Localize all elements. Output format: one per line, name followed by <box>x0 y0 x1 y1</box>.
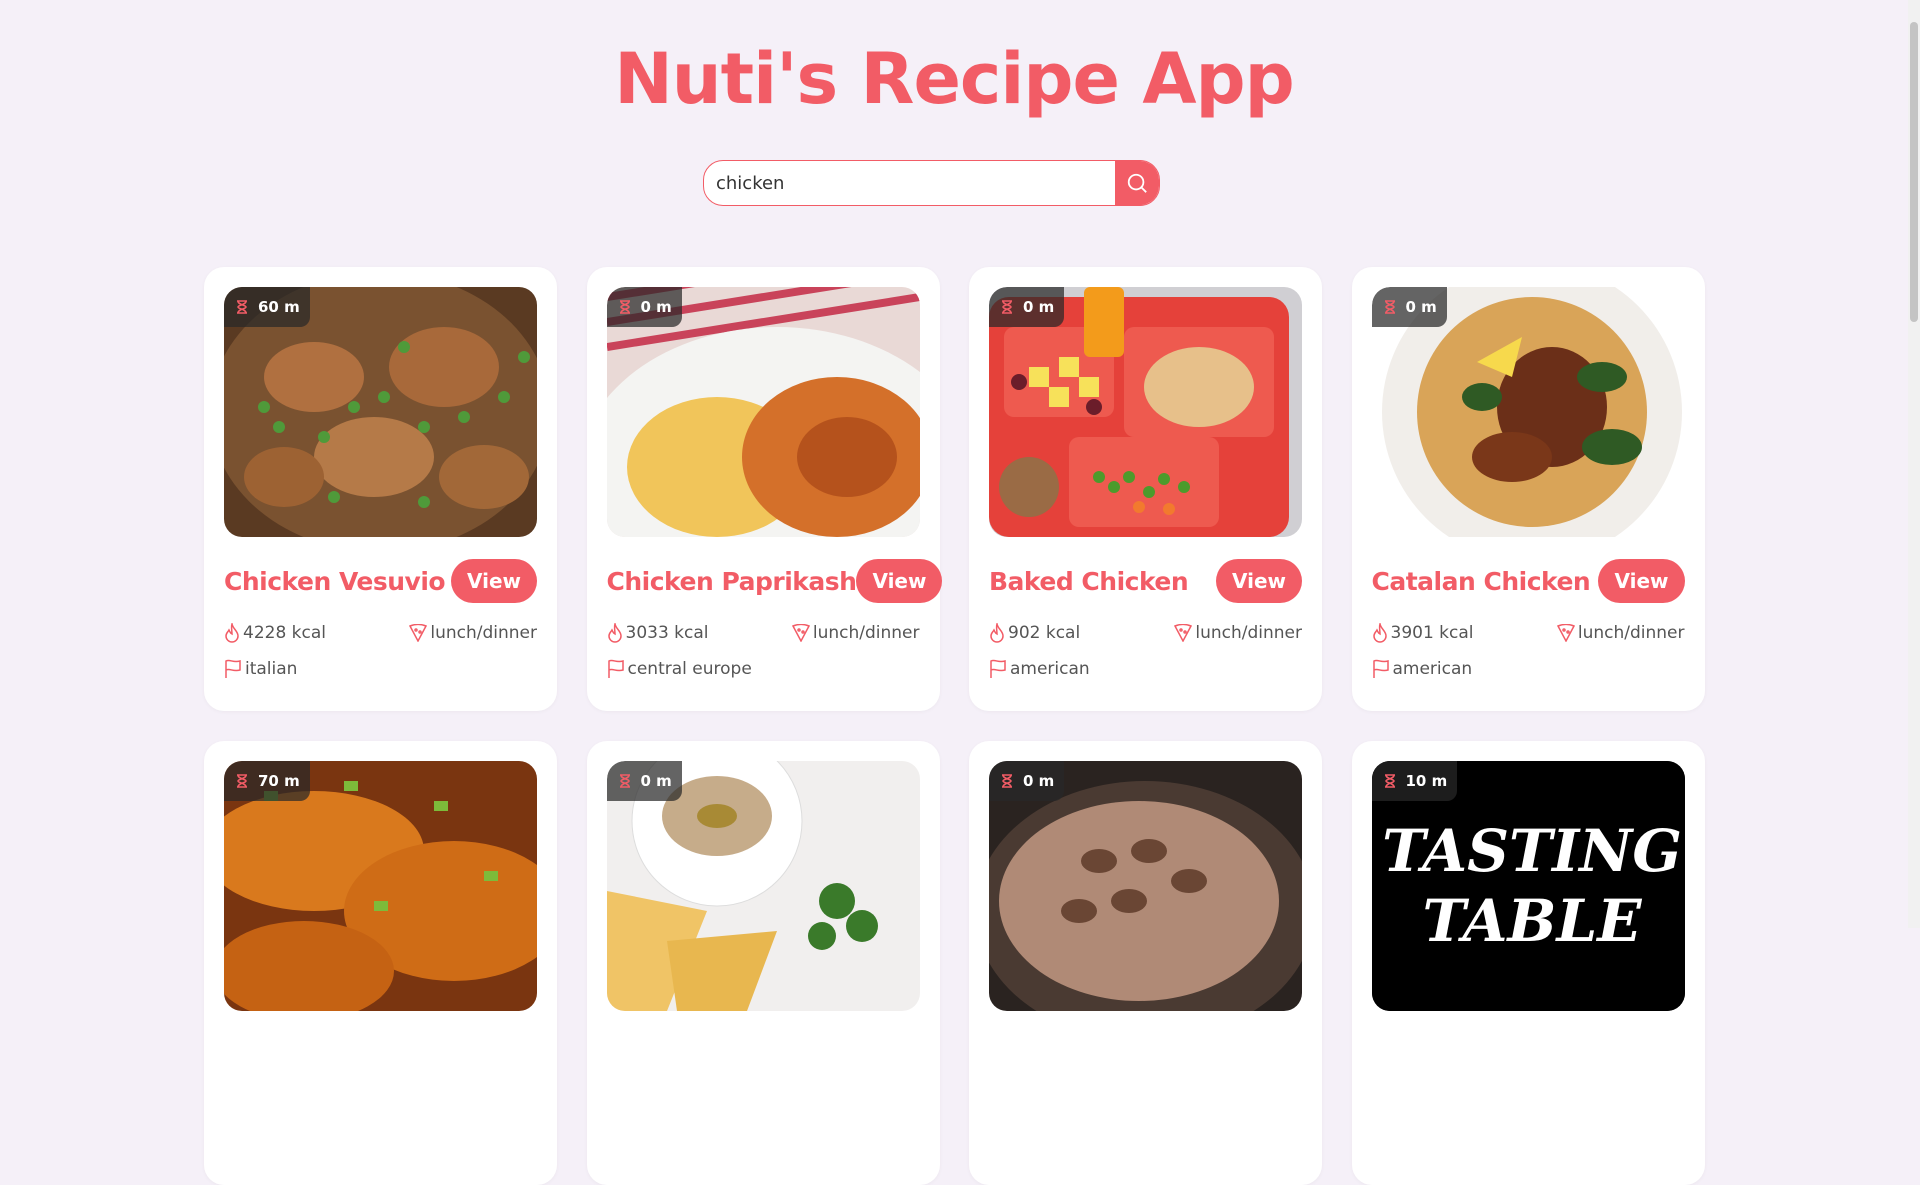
hourglass-icon <box>1002 300 1012 314</box>
calories: 3901 kcal <box>1390 623 1474 643</box>
pizza-icon <box>409 624 428 642</box>
meal-type: lunch/dinner <box>1577 623 1685 643</box>
cook-time: 10 m <box>1405 772 1448 790</box>
cuisine: italian <box>245 659 298 679</box>
recipe-name: Baked Chicken <box>989 566 1189 596</box>
recipe-name: Catalan Chicken <box>1371 566 1591 596</box>
hourglass-icon <box>1384 774 1395 788</box>
flame-icon <box>225 623 239 643</box>
cook-time: 0 m <box>1023 298 1055 316</box>
calories: 4228 kcal <box>243 623 326 643</box>
pizza-icon <box>1556 624 1575 642</box>
cook-time-badge: 0 m <box>606 287 682 327</box>
search-button[interactable] <box>1115 161 1159 205</box>
calories: 902 kcal <box>1008 623 1081 643</box>
cook-time: 0 m <box>1405 298 1437 316</box>
flag-icon <box>990 659 1006 678</box>
flame-icon <box>1372 623 1387 643</box>
svg-text:TABLE: TABLE <box>1422 887 1642 955</box>
hourglass-icon <box>237 300 247 314</box>
meal-type: lunch/dinner <box>812 623 920 643</box>
recipe-image: 0 m <box>989 287 1302 537</box>
cuisine: central europe <box>627 659 752 679</box>
pizza-icon <box>791 624 810 642</box>
cook-time: 0 m <box>640 772 672 790</box>
recipe-image: 70 m <box>224 761 537 1011</box>
cook-time: 70 m <box>258 772 300 790</box>
cook-time-badge: 0 m <box>989 761 1065 801</box>
scrollbar-thumb[interactable] <box>1910 22 1918 322</box>
flag-icon <box>1372 659 1389 678</box>
app-title: Nuti's Recipe App <box>614 38 1295 120</box>
cook-time: 0 m <box>1023 772 1055 790</box>
cook-time: 0 m <box>640 298 672 316</box>
hourglass-icon <box>619 774 630 788</box>
recipe-image: 0 m <box>1371 287 1685 537</box>
recipe-name: Chicken Vesuvio <box>224 566 446 596</box>
recipe-name: Chicken Paprikash <box>606 566 857 596</box>
recipe-image: 0 m <box>606 761 920 1011</box>
hourglass-icon <box>237 774 247 788</box>
recipe-card: 70 m <box>204 741 557 1185</box>
cook-time-badge: 0 m <box>606 761 682 801</box>
search-bar <box>703 160 1160 206</box>
calories: 3033 kcal <box>625 623 709 643</box>
meal-type: lunch/dinner <box>430 623 537 643</box>
cook-time: 60 m <box>258 298 300 316</box>
recipe-image: 0 m <box>989 761 1302 1011</box>
search-input[interactable] <box>704 161 1115 205</box>
cook-time-badge: 10 m <box>1371 761 1458 801</box>
flag-icon <box>607 659 624 678</box>
pizza-icon <box>1174 624 1193 642</box>
recipe-card: 0 m Catalan Chicken View 3901 kcal lunch… <box>1351 267 1705 711</box>
cook-time-badge: 0 m <box>989 287 1065 327</box>
recipe-card: 0 m Baked Chicken View 902 kcal lunch/di… <box>969 267 1322 711</box>
recipe-card: 0 m Chicken Paprikash View 3033 kcal lun… <box>586 267 943 711</box>
view-button[interactable]: View <box>1598 559 1685 603</box>
cuisine: american <box>1392 659 1473 679</box>
hourglass-icon <box>1384 300 1395 314</box>
recipe-card: 60 m Chicken Vesuvio View 4228 kcal lunc… <box>204 267 557 711</box>
svg-text:TASTING: TASTING <box>1382 817 1682 885</box>
recipe-image: 60 m <box>224 287 537 537</box>
meal-type: lunch/dinner <box>1195 623 1302 643</box>
cuisine: american <box>1010 659 1090 679</box>
recipe-image: TASTING TABLE 10 m <box>1371 761 1685 1011</box>
cook-time-badge: 70 m <box>224 761 310 801</box>
recipe-card: 0 m <box>586 741 940 1185</box>
view-button[interactable]: View <box>1215 559 1302 603</box>
recipe-card: 0 m <box>969 741 1322 1185</box>
hourglass-icon <box>619 300 630 314</box>
scrollbar[interactable] <box>1908 0 1920 928</box>
hourglass-icon <box>1002 774 1012 788</box>
view-button[interactable]: View <box>856 559 943 603</box>
flame-icon <box>990 623 1004 643</box>
flag-icon <box>225 659 241 678</box>
recipe-grid: 60 m Chicken Vesuvio View 4228 kcal lunc… <box>204 267 1705 1185</box>
cook-time-badge: 60 m <box>224 287 310 327</box>
search-icon <box>1127 173 1147 193</box>
recipe-image: 0 m <box>606 287 920 537</box>
recipe-card: TASTING TABLE 10 m <box>1351 741 1705 1185</box>
cook-time-badge: 0 m <box>1371 287 1447 327</box>
view-button[interactable]: View <box>450 559 537 603</box>
flame-icon <box>607 623 622 643</box>
